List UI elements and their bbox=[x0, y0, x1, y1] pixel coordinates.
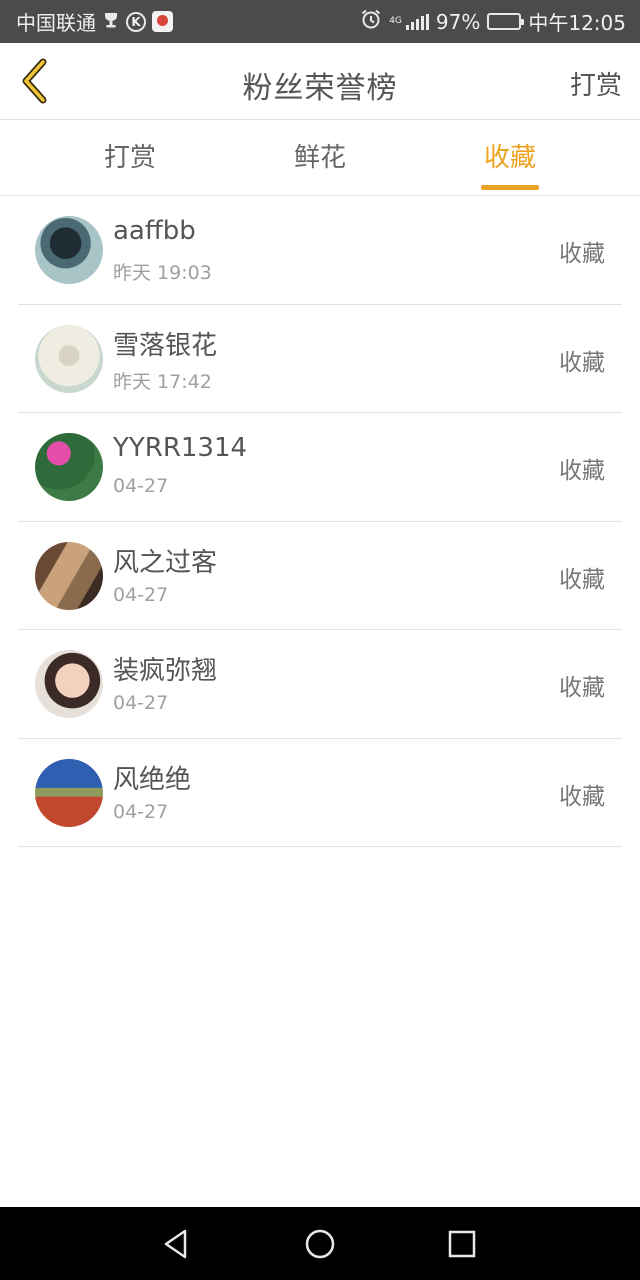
avatar bbox=[35, 650, 103, 718]
avatar bbox=[35, 216, 103, 284]
user-name: 风绝绝 bbox=[113, 764, 192, 795]
list-item[interactable]: 雪落银花 昨天 17:42 收藏 bbox=[18, 305, 622, 413]
network-type: 4G bbox=[389, 17, 402, 26]
timestamp: 04-27 bbox=[113, 800, 169, 823]
timestamp: 04-27 bbox=[113, 475, 169, 497]
recents-square-icon bbox=[448, 1230, 476, 1258]
tab-label: 鲜花 bbox=[293, 143, 346, 173]
action-label: 收藏 bbox=[559, 783, 605, 810]
nav-recents-button[interactable] bbox=[446, 1228, 478, 1260]
timestamp: 昨天 19:03 bbox=[113, 262, 212, 284]
avatar bbox=[35, 324, 103, 393]
carrier-label: 中国联通 bbox=[16, 11, 96, 35]
tab-label: 打赏 bbox=[103, 143, 156, 173]
avatar bbox=[35, 758, 103, 827]
nav-home-button[interactable] bbox=[304, 1228, 336, 1260]
active-tab-indicator bbox=[481, 185, 539, 190]
notification-app-icon bbox=[152, 11, 173, 32]
list-item[interactable]: aaffbb 昨天 19:03 收藏 bbox=[18, 196, 622, 305]
page-title: 粉丝荣誉榜 bbox=[242, 71, 398, 106]
user-name: 雪落银花 bbox=[113, 330, 218, 361]
action-label: 收藏 bbox=[559, 675, 605, 701]
fan-list: aaffbb 昨天 19:03 收藏 雪落银花 昨天 17:42 收藏 YYRR… bbox=[0, 196, 640, 847]
timestamp: 04-27 bbox=[113, 583, 169, 606]
action-label: 收藏 bbox=[559, 241, 605, 267]
reward-button[interactable]: 打赏 bbox=[570, 65, 622, 102]
user-name: aaffbb bbox=[113, 216, 196, 246]
system-nav-bar bbox=[0, 1207, 640, 1280]
user-name: 装疯弥翘 bbox=[113, 656, 218, 686]
nav-back-button[interactable] bbox=[160, 1228, 192, 1260]
battery-percent: 97% bbox=[435, 9, 481, 34]
list-item[interactable]: 风之过客 04-27 收藏 bbox=[18, 522, 622, 630]
timestamp: 昨天 17:42 bbox=[113, 370, 212, 393]
action-label: 收藏 bbox=[559, 349, 605, 376]
network-type-label: 4G bbox=[389, 16, 402, 26]
list-item[interactable]: 风绝绝 04-27 收藏 bbox=[18, 739, 622, 847]
status-bar: 中国联通 K 4G 97% 中午12:05 bbox=[0, 0, 640, 43]
tab-favorites[interactable]: 收藏 bbox=[430, 121, 590, 196]
notification-trophy-icon bbox=[102, 10, 120, 34]
action-label: 收藏 bbox=[559, 566, 605, 593]
avatar bbox=[35, 541, 103, 610]
status-bar-left: 中国联通 K bbox=[16, 7, 173, 36]
tab-label: 收藏 bbox=[483, 143, 536, 173]
clock: 中午12:05 bbox=[528, 11, 626, 35]
battery-icon bbox=[487, 13, 525, 30]
tab-reward[interactable]: 打赏 bbox=[50, 121, 210, 196]
list-item[interactable]: YYRR1314 04-27 收藏 bbox=[18, 413, 622, 522]
list-item[interactable]: 装疯弥翘 04-27 收藏 bbox=[18, 630, 622, 739]
back-triangle-icon bbox=[164, 1229, 187, 1259]
avatar bbox=[35, 433, 103, 501]
user-name: YYRR1314 bbox=[113, 433, 248, 463]
signal-icon bbox=[405, 13, 429, 30]
alarm-icon bbox=[360, 8, 382, 35]
title-bar: 粉丝荣誉榜 打赏 bbox=[0, 43, 640, 120]
tab-bar: 打赏 鲜花 收藏 bbox=[0, 121, 640, 196]
timestamp: 04-27 bbox=[113, 692, 169, 714]
status-bar-right: 4G 97% 中午12:05 bbox=[360, 7, 626, 36]
tab-flowers[interactable]: 鲜花 bbox=[240, 121, 400, 196]
user-name: 风之过客 bbox=[113, 547, 218, 578]
notification-k-icon: K bbox=[126, 11, 146, 32]
home-circle-icon bbox=[305, 1229, 335, 1259]
action-label: 收藏 bbox=[559, 458, 605, 484]
